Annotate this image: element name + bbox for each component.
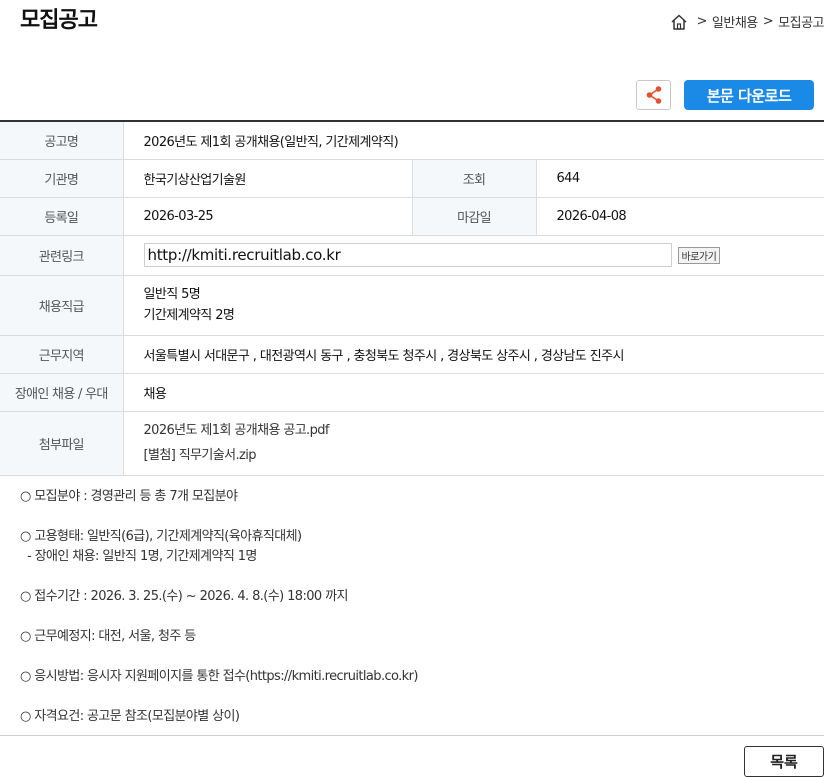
deadline-value: 2026-04-08 (536, 197, 824, 236)
job-grade-line: 기간제계약직 2명 (143, 308, 235, 323)
table-row: 근무지역 서울특별시 서대문구 , 대전광역시 동구 , 충청북도 청주시 , … (0, 335, 824, 374)
body-line: ○ 응시방법: 응시자 지원페이지를 통한 접수(https://kmiti.r… (20, 669, 418, 684)
disabled-hiring-label: 장애인 채용 / 우대 (0, 373, 124, 412)
body-line: ○ 고용형태: 일반직(6급), 기간제계약직(육아휴직대체) (20, 529, 302, 544)
breadcrumb-item-notice[interactable]: 모집공고 (778, 12, 824, 31)
table-row: 등록일 2026-03-25 마감일 2026-04-08 (0, 197, 824, 236)
title-value: 2026년도 제1회 공개채용(일반직, 기간제계약직) (123, 121, 824, 160)
footer-divider (0, 735, 824, 736)
breadcrumb-separator: > (696, 14, 708, 29)
share-icon (646, 86, 661, 104)
share-button[interactable] (636, 80, 671, 110)
notice-info-table: 공고명 2026년도 제1회 공개채용(일반직, 기간제계약직) 기관명 한국기… (0, 120, 824, 476)
table-row: 공고명 2026년도 제1회 공개채용(일반직, 기간제계약직) (0, 121, 824, 160)
breadcrumb: > 일반채용 > 모집공고 (670, 12, 824, 31)
deadline-label: 마감일 (412, 197, 537, 236)
org-value: 한국기상산업기술원 (123, 159, 413, 198)
body-line: ○ 접수기간 : 2026. 3. 25.(수) ~ 2026. 4. 8.(수… (20, 589, 348, 604)
disabled-hiring-value: 채용 (123, 373, 824, 412)
title-label: 공고명 (0, 121, 124, 160)
notice-body: ○ 모집분야 : 경영관리 등 총 7개 모집분야 ○ 고용형태: 일반직(6급… (20, 487, 418, 727)
body-line (20, 567, 418, 587)
body-line (20, 647, 418, 667)
body-line: ○ 모집분야 : 경영관리 등 총 7개 모집분야 (20, 489, 238, 504)
home-icon[interactable] (670, 13, 688, 31)
table-row: 첨부파일 2026년도 제1회 공개채용 공고.pdf [별첨] 직무기술서.z… (0, 411, 824, 476)
link-cell: 바로가기 (123, 235, 824, 276)
page-title: 모집공고 (20, 8, 98, 33)
download-body-button[interactable]: 본문 다운로드 (684, 80, 814, 110)
attachments-label: 첨부파일 (0, 411, 124, 476)
body-line (20, 687, 418, 707)
body-line (20, 607, 418, 627)
reg-date-label: 등록일 (0, 197, 124, 236)
list-button[interactable]: 목록 (744, 746, 824, 777)
region-value: 서울특별시 서대문구 , 대전광역시 동구 , 충청북도 청주시 , 경상북도 … (123, 335, 824, 374)
reg-date-value: 2026-03-25 (123, 197, 413, 236)
related-link-input[interactable] (143, 243, 672, 267)
breadcrumb-item-general-recruit[interactable]: 일반채용 (712, 12, 758, 31)
link-label: 관련링크 (0, 235, 124, 276)
breadcrumb-separator: > (762, 14, 774, 29)
attachment-link-zip[interactable]: [별첨] 직무기술서.zip (144, 443, 824, 468)
attachment-link-pdf[interactable]: 2026년도 제1회 공개채용 공고.pdf (144, 418, 824, 443)
attachments-cell: 2026년도 제1회 공개채용 공고.pdf [별첨] 직무기술서.zip (123, 411, 824, 476)
table-row: 기관명 한국기상산업기술원 조회 644 (0, 159, 824, 198)
body-line: ○ 자격요건: 공고문 참조(모집분야별 상이) (20, 709, 240, 724)
org-label: 기관명 (0, 159, 124, 198)
job-grade-cell: 일반직 5명 기간제계약직 2명 (123, 275, 824, 336)
table-row: 장애인 채용 / 우대 채용 (0, 373, 824, 412)
region-label: 근무지역 (0, 335, 124, 374)
body-line: ○ 근무예정지: 대전, 서울, 청주 등 (20, 629, 196, 644)
go-link-button[interactable]: 바로가기 (677, 246, 721, 264)
views-value: 644 (536, 159, 824, 198)
views-label: 조회 (412, 159, 537, 198)
job-grade-label: 채용직급 (0, 275, 124, 336)
table-row: 채용직급 일반직 5명 기간제계약직 2명 (0, 275, 824, 336)
job-grade-line: 일반직 5명 (143, 287, 201, 302)
body-line: - 장애인 채용: 일반직 1명, 기간제계약직 1명 (20, 549, 257, 564)
table-row: 관련링크 바로가기 (0, 235, 824, 276)
body-line (20, 507, 418, 527)
